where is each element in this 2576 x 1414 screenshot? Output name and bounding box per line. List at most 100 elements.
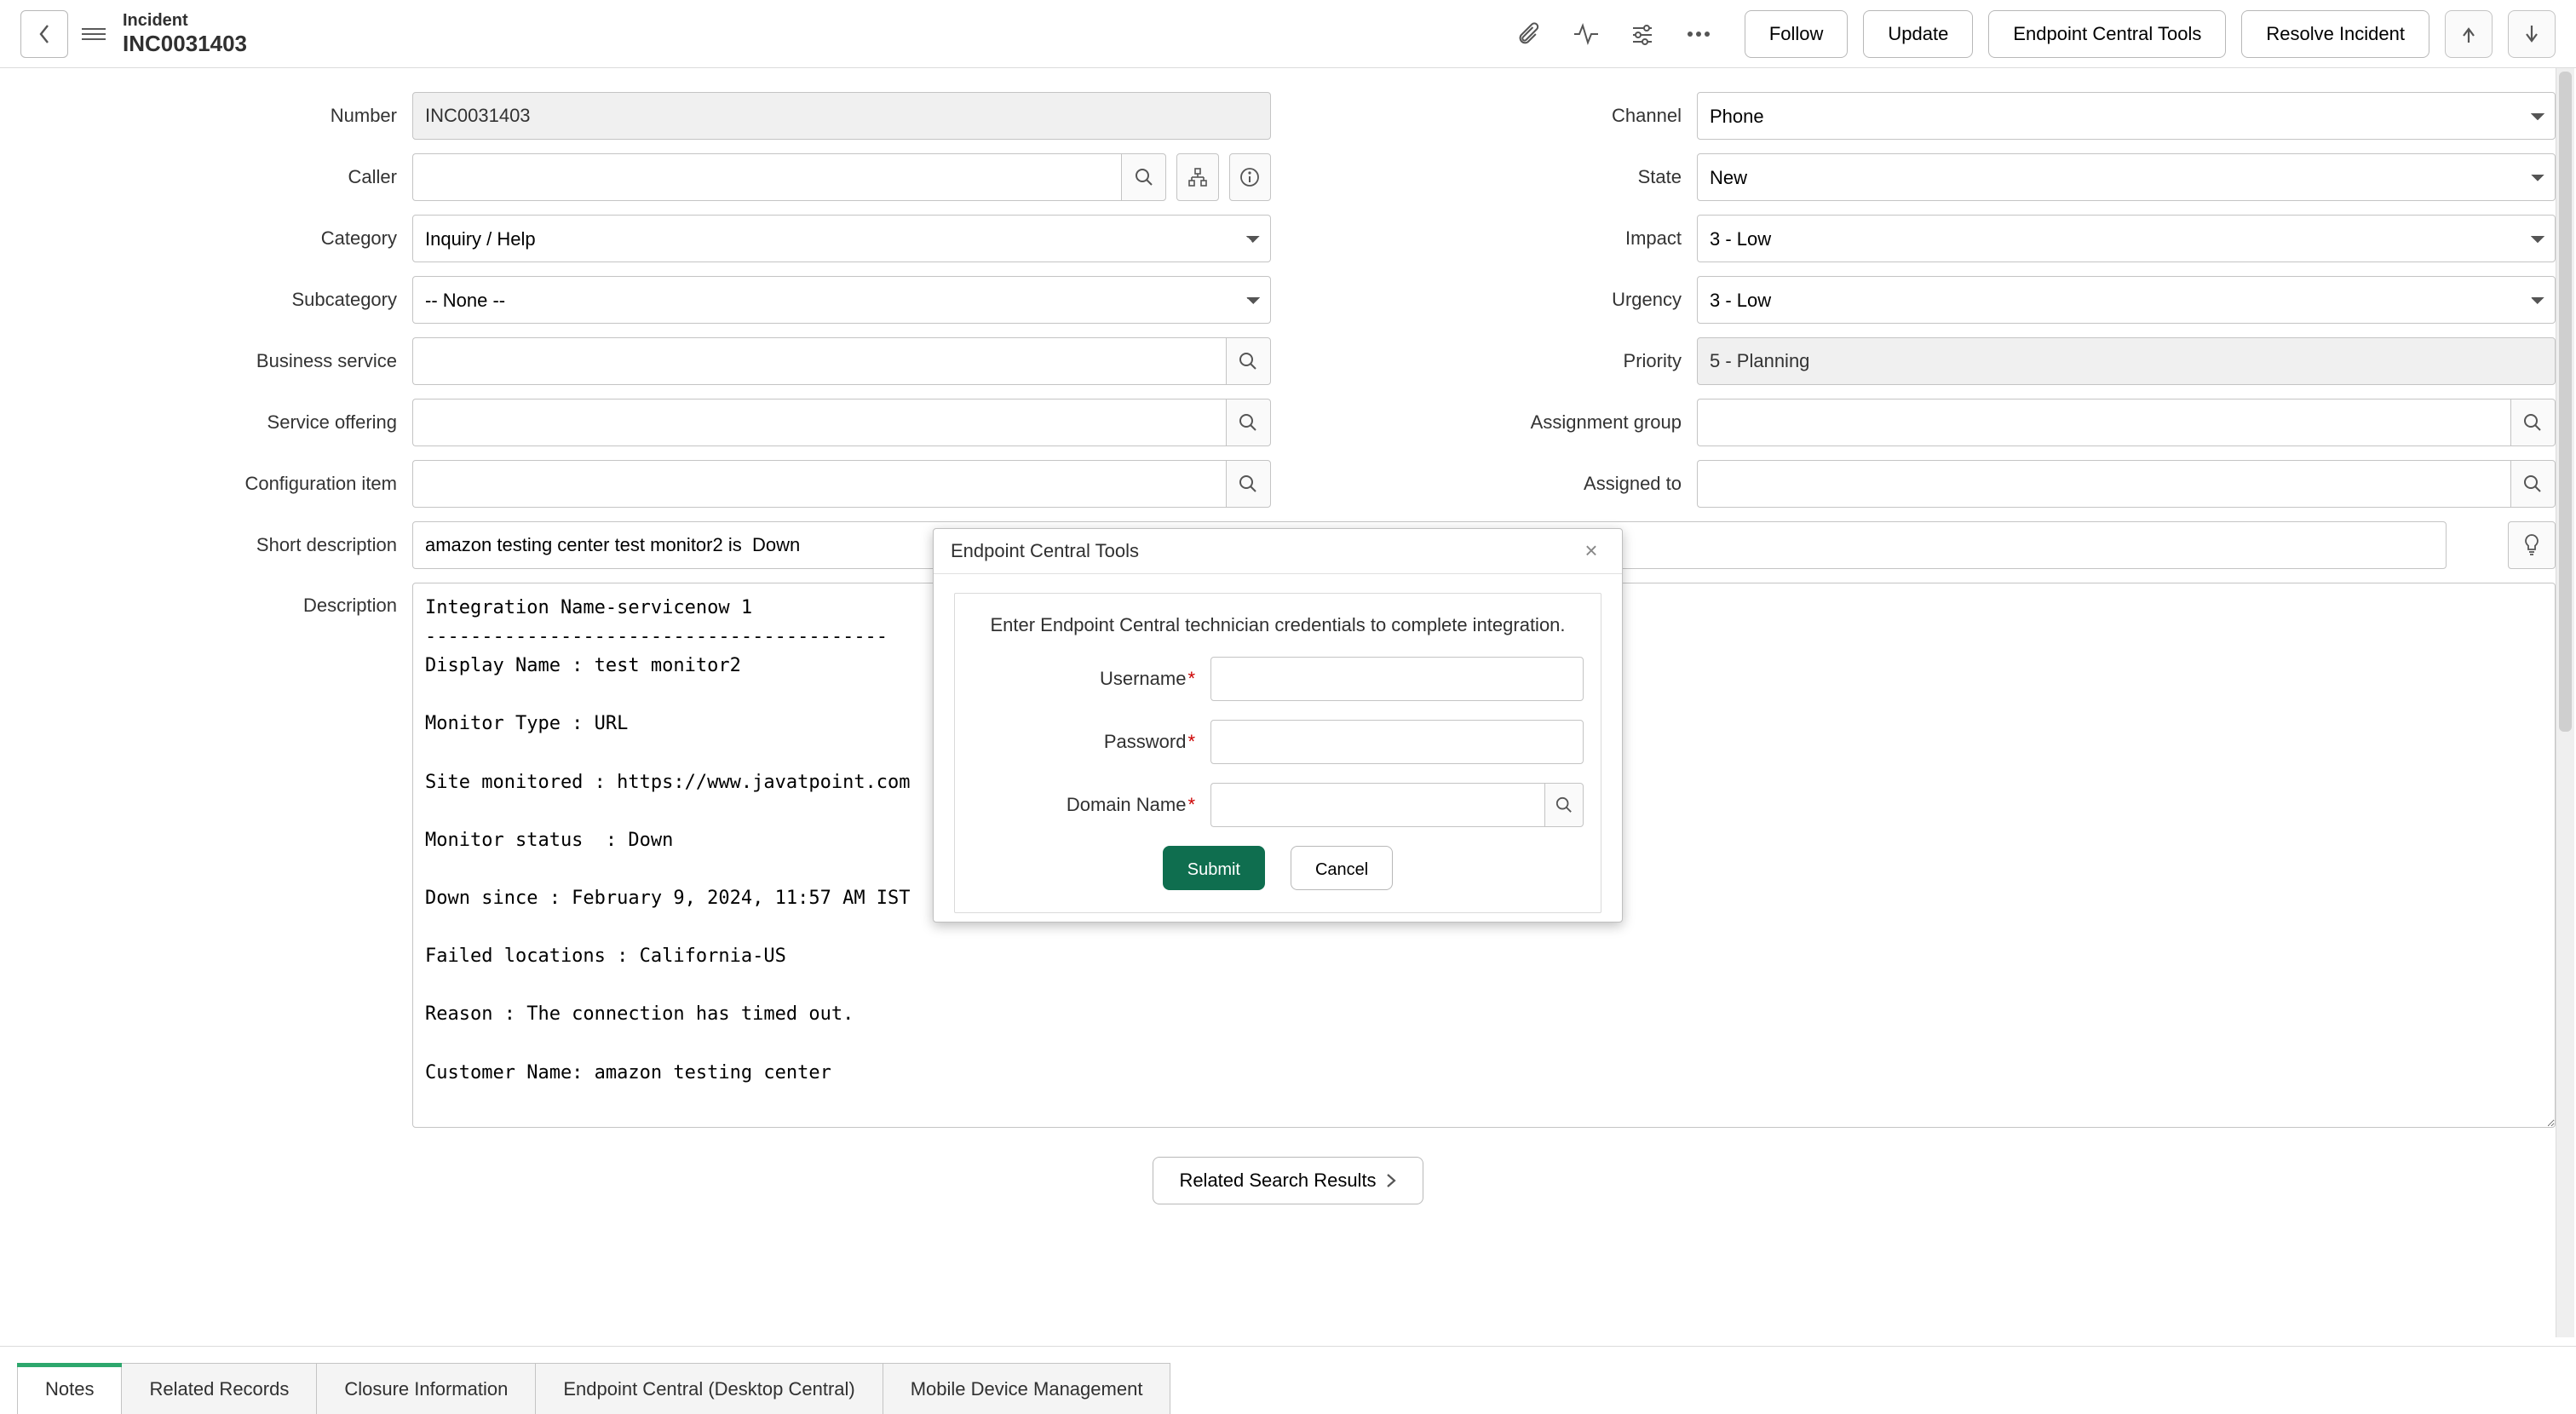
record-number: INC0031403 — [123, 31, 247, 57]
username-row: Username* — [972, 657, 1584, 701]
tab-bar: Notes Related Records Closure Informatio… — [0, 1346, 2576, 1414]
username-field[interactable] — [1210, 657, 1584, 701]
search-icon — [1239, 352, 1257, 371]
impact-label: Impact — [1305, 227, 1697, 250]
tab-endpoint-central[interactable]: Endpoint Central (Desktop Central) — [535, 1363, 883, 1414]
business-service-lookup-button[interactable] — [1226, 337, 1271, 385]
close-icon: × — [1584, 537, 1597, 563]
service-offering-row: Service offering — [20, 399, 1271, 446]
update-button[interactable]: Update — [1863, 10, 1973, 58]
category-row: Category Inquiry / Help — [20, 215, 1271, 262]
required-marker: * — [1187, 731, 1195, 752]
assignment-group-field[interactable] — [1697, 399, 2510, 446]
dialog-header: Endpoint Central Tools × — [934, 529, 1622, 574]
impact-select[interactable]: 3 - Low — [1697, 215, 2556, 262]
number-field — [412, 92, 1271, 140]
tab-related-records[interactable]: Related Records — [121, 1363, 317, 1414]
service-offering-field[interactable] — [412, 399, 1226, 446]
configuration-item-field[interactable] — [412, 460, 1226, 508]
category-label: Category — [20, 227, 412, 250]
assignment-group-lookup-button[interactable] — [2510, 399, 2556, 446]
assignment-group-label: Assignment group — [1305, 411, 1697, 434]
short-description-label: Short description — [20, 534, 412, 556]
menu-toggle[interactable] — [82, 10, 106, 58]
required-marker: * — [1187, 794, 1195, 815]
business-service-field[interactable] — [412, 337, 1226, 385]
subcategory-label: Subcategory — [20, 289, 412, 311]
page-header: Incident INC0031403 Follow Update Endpoi… — [0, 0, 2576, 68]
activity-icon[interactable] — [1571, 19, 1601, 49]
caller-tree-button[interactable] — [1176, 153, 1218, 201]
number-label: Number — [20, 105, 412, 127]
tab-mobile-device-management[interactable]: Mobile Device Management — [883, 1363, 1171, 1414]
caller-info-button[interactable] — [1229, 153, 1271, 201]
required-marker: * — [1187, 668, 1195, 689]
assigned-to-lookup-button[interactable] — [2510, 460, 2556, 508]
endpoint-credentials-dialog: Endpoint Central Tools × Enter Endpoint … — [933, 528, 1623, 923]
caller-row: Caller — [20, 153, 1271, 201]
password-row: Password* — [972, 720, 1584, 764]
submit-button[interactable]: Submit — [1163, 846, 1265, 890]
subcategory-select[interactable]: -- None -- — [412, 276, 1271, 324]
service-offering-lookup-button[interactable] — [1226, 399, 1271, 446]
assignment-group-row: Assignment group — [1305, 399, 2556, 446]
suggestion-button[interactable] — [2508, 521, 2556, 569]
info-icon — [1239, 167, 1260, 187]
assigned-to-field[interactable] — [1697, 460, 2510, 508]
resolve-button[interactable]: Resolve Incident — [2241, 10, 2429, 58]
domain-row: Domain Name* — [972, 783, 1584, 827]
previous-record-button[interactable] — [2445, 10, 2493, 58]
next-record-button[interactable] — [2508, 10, 2556, 58]
caller-lookup-button[interactable] — [1121, 153, 1166, 201]
description-label: Description — [20, 583, 412, 617]
record-type: Incident — [123, 10, 247, 31]
scroll-thumb[interactable] — [2559, 72, 2572, 732]
tab-label: Related Records — [149, 1378, 289, 1400]
more-icon[interactable] — [1683, 19, 1714, 49]
back-button[interactable] — [20, 10, 68, 58]
lightbulb-icon — [2522, 533, 2541, 557]
follow-button[interactable]: Follow — [1745, 10, 1849, 58]
dialog-close-button[interactable]: × — [1578, 537, 1605, 565]
urgency-label: Urgency — [1305, 289, 1697, 311]
tab-label: Mobile Device Management — [911, 1378, 1143, 1400]
configuration-item-row: Configuration item — [20, 460, 1271, 508]
arrow-down-icon — [2523, 24, 2540, 44]
channel-label: Channel — [1305, 105, 1697, 127]
username-label: Username — [1100, 668, 1186, 689]
domain-field[interactable] — [1210, 783, 1544, 827]
assigned-to-label: Assigned to — [1305, 473, 1697, 495]
tab-label: Closure Information — [344, 1378, 508, 1400]
number-row: Number — [20, 92, 1271, 140]
chevron-left-icon — [36, 22, 53, 46]
domain-lookup-button[interactable] — [1544, 783, 1584, 827]
urgency-select[interactable]: 3 - Low — [1697, 276, 2556, 324]
endpoint-tools-button[interactable]: Endpoint Central Tools — [1988, 10, 2226, 58]
search-icon — [1239, 474, 1257, 493]
category-select[interactable]: Inquiry / Help — [412, 215, 1271, 262]
channel-row: Channel Phone — [1305, 92, 2556, 140]
settings-icon[interactable] — [1627, 19, 1658, 49]
record-title: Incident INC0031403 — [123, 10, 247, 57]
priority-label: Priority — [1305, 350, 1697, 372]
password-field[interactable] — [1210, 720, 1584, 764]
page-scrollbar[interactable] — [2556, 68, 2574, 1337]
business-service-label: Business service — [20, 350, 412, 372]
search-icon — [1239, 413, 1257, 432]
related-search-band: Related Search Results — [20, 1141, 2556, 1227]
state-select[interactable]: New — [1697, 153, 2556, 201]
channel-select[interactable]: Phone — [1697, 92, 2556, 140]
tab-closure-information[interactable]: Closure Information — [316, 1363, 536, 1414]
tab-label: Notes — [45, 1378, 94, 1400]
search-icon — [2523, 413, 2542, 432]
service-offering-label: Service offering — [20, 411, 412, 434]
chevron-right-icon — [1385, 1172, 1397, 1189]
cancel-button[interactable]: Cancel — [1291, 846, 1393, 890]
attachment-icon[interactable] — [1515, 19, 1545, 49]
related-search-button[interactable]: Related Search Results — [1153, 1157, 1423, 1204]
search-icon — [2523, 474, 2542, 493]
caller-field[interactable] — [412, 153, 1121, 201]
tab-notes[interactable]: Notes — [17, 1363, 122, 1414]
subcategory-row: Subcategory -- None -- — [20, 276, 1271, 324]
configuration-item-lookup-button[interactable] — [1226, 460, 1271, 508]
